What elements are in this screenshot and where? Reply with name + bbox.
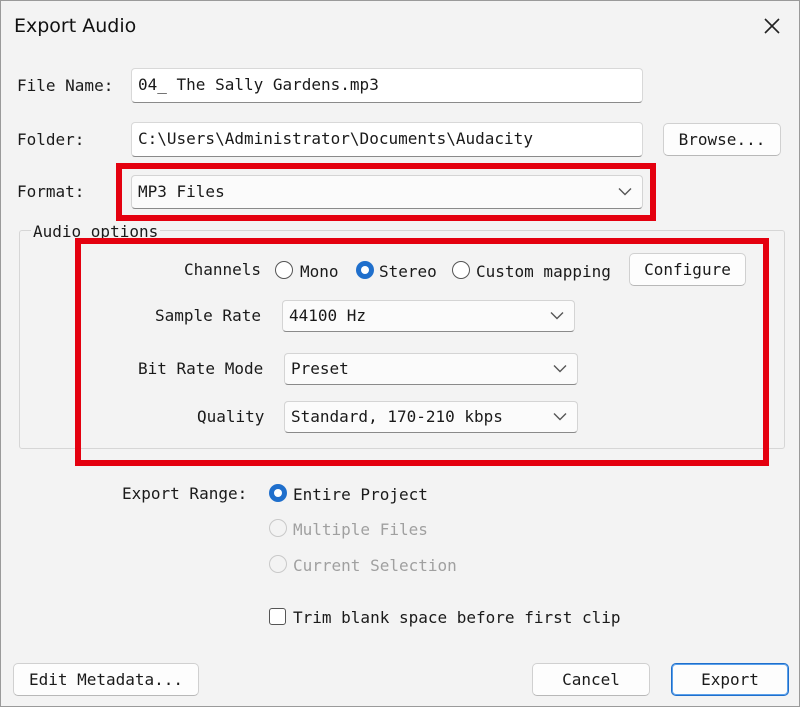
chevron-down-icon: [550, 312, 564, 320]
configure-button[interactable]: Configure: [629, 253, 746, 286]
format-select-value: MP3 Files: [138, 182, 225, 201]
range-multiple-files-radio[interactable]: [269, 519, 287, 537]
channel-mono-radio[interactable]: [275, 261, 293, 279]
close-icon: [764, 18, 780, 34]
chevron-down-icon: [553, 413, 567, 421]
folder-input[interactable]: C:\Users\Administrator\Documents\Audacit…: [131, 122, 643, 157]
range-entire-project-radio[interactable]: [269, 484, 287, 502]
bit-rate-mode-select[interactable]: Preset: [284, 353, 578, 385]
format-label: Format:: [17, 182, 85, 201]
trim-blank-space-checkbox[interactable]: [269, 608, 286, 625]
export-audio-dialog: Export Audio File Name: 04_ The Sally Ga…: [0, 0, 800, 707]
cancel-button[interactable]: Cancel: [532, 663, 650, 696]
sample-rate-select[interactable]: 44100 Hz: [282, 300, 575, 332]
file-name-input[interactable]: 04_ The Sally Gardens.mp3: [131, 68, 643, 103]
range-multiple-files-label: Multiple Files: [293, 520, 428, 539]
audio-options-legend: Audio options: [31, 222, 161, 241]
range-entire-project-label: Entire Project: [293, 485, 428, 504]
edit-metadata-button[interactable]: Edit Metadata...: [13, 663, 199, 696]
title-bar: Export Audio: [1, 1, 799, 53]
chevron-down-icon: [618, 188, 632, 196]
close-button[interactable]: [753, 7, 791, 45]
folder-label: Folder:: [17, 130, 85, 149]
sample-rate-label: Sample Rate: [155, 306, 261, 325]
channels-label: Channels: [184, 260, 262, 279]
channel-stereo-label: Stereo: [379, 262, 437, 281]
sample-rate-value: 44100 Hz: [289, 306, 367, 325]
channel-stereo-radio[interactable]: [356, 261, 374, 279]
bit-rate-mode-value: Preset: [291, 359, 349, 378]
trim-blank-space-label: Trim blank space before first clip: [293, 608, 621, 627]
window-title: Export Audio: [14, 15, 137, 37]
quality-label: Quality: [197, 407, 265, 426]
chevron-down-icon: [553, 365, 567, 373]
export-range-label: Export Range:: [122, 484, 248, 503]
quality-value: Standard, 170-210 kbps: [291, 407, 503, 426]
channel-custom-mapping-label: Custom mapping: [476, 262, 611, 281]
format-select[interactable]: MP3 Files: [131, 175, 643, 209]
export-button[interactable]: Export: [671, 663, 789, 696]
bit-rate-mode-label: Bit Rate Mode: [138, 359, 264, 378]
range-current-selection-radio[interactable]: [269, 555, 287, 573]
channel-custom-mapping-radio[interactable]: [452, 261, 470, 279]
range-current-selection-label: Current Selection: [293, 556, 457, 575]
channel-mono-label: Mono: [300, 262, 339, 281]
browse-button[interactable]: Browse...: [663, 123, 781, 156]
quality-select[interactable]: Standard, 170-210 kbps: [284, 401, 578, 433]
file-name-label: File Name:: [17, 76, 114, 95]
